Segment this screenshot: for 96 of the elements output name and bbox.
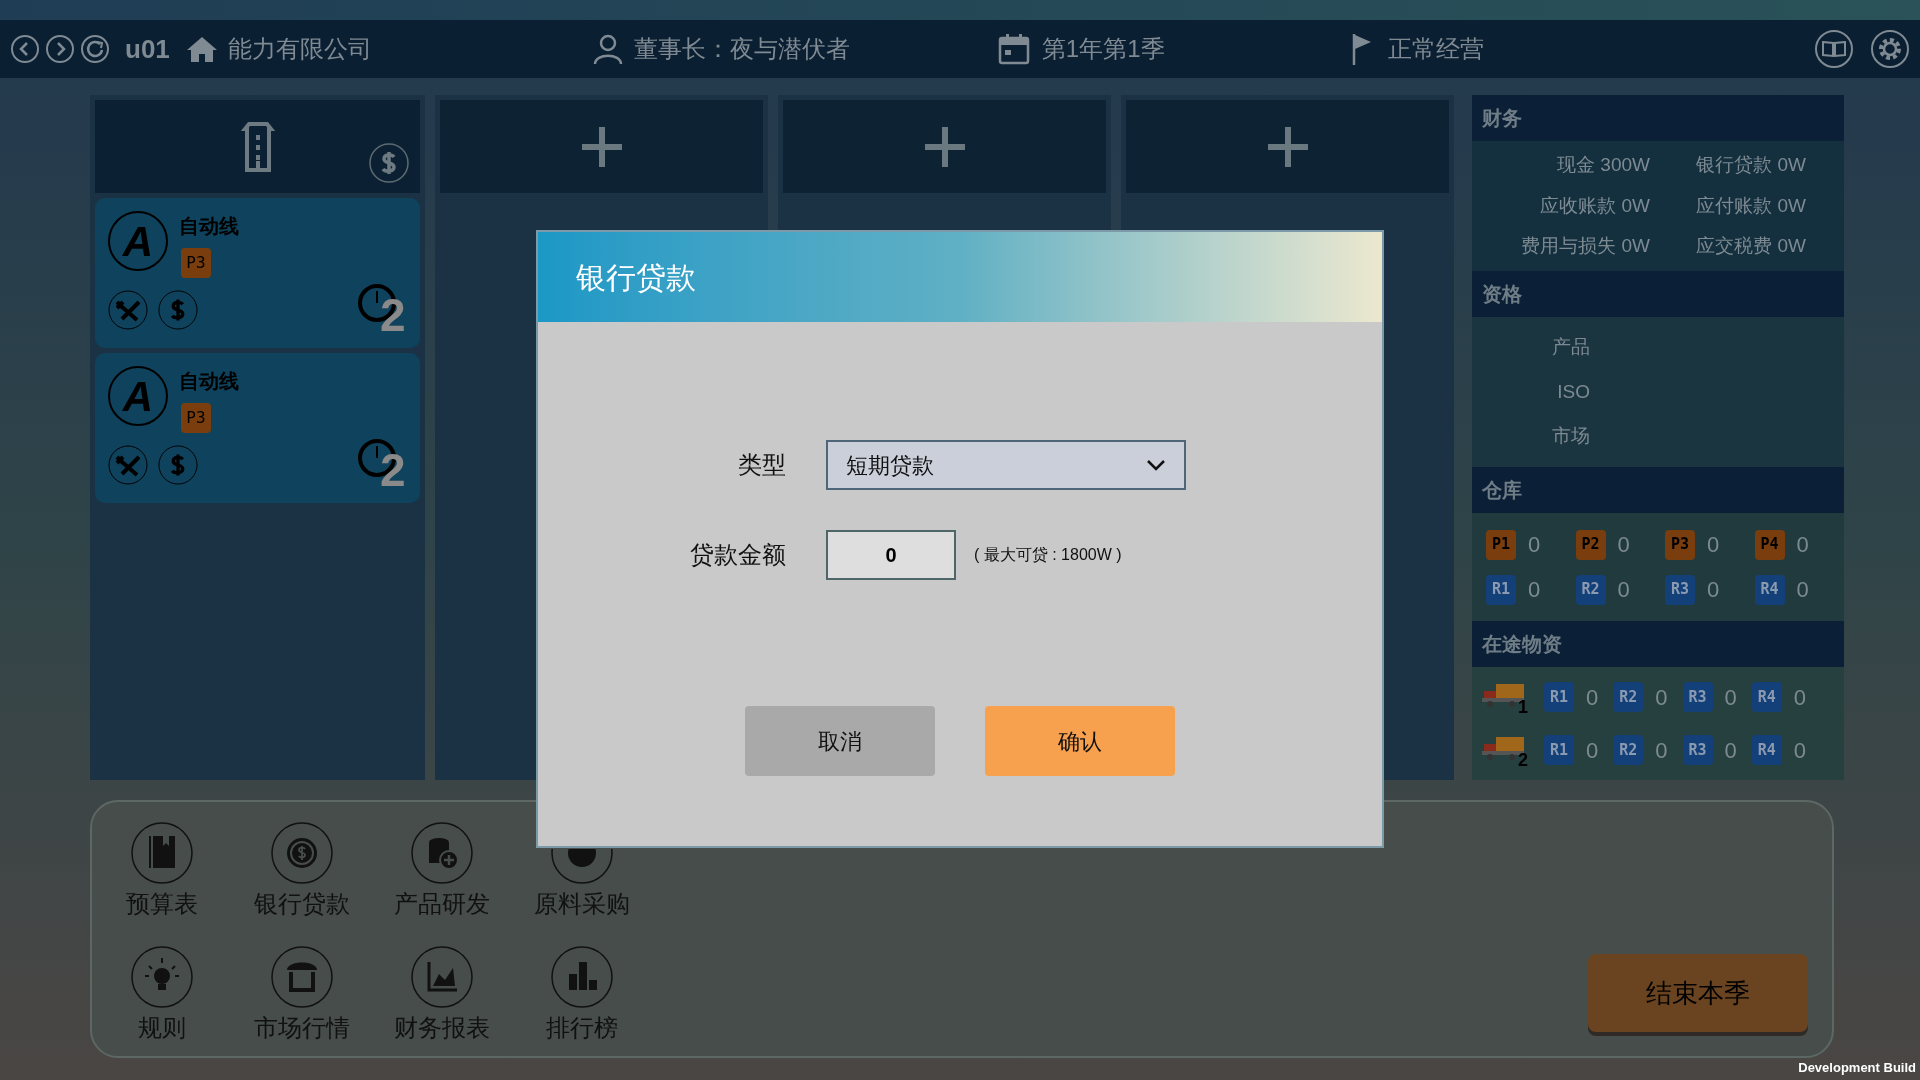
material-badge: R4 xyxy=(1754,574,1785,605)
coins-icon xyxy=(411,822,473,884)
money-icon[interactable] xyxy=(368,142,410,184)
material-badge: R2 xyxy=(1613,682,1644,712)
max-loan-hint: ( 最大可贷 : 1800W ) xyxy=(974,545,1122,565)
transit-count: 0 xyxy=(1655,736,1668,765)
shop-icon xyxy=(271,946,333,1008)
stock-count: 0 xyxy=(1707,531,1720,559)
line-type-badge: A xyxy=(108,211,168,271)
add-icon[interactable] xyxy=(1265,124,1310,169)
material-badge: R1 xyxy=(1544,735,1574,765)
menu-item[interactable]: 银行贷款 xyxy=(232,822,372,932)
product-badge: P3 xyxy=(181,248,211,278)
finance-item: 银行贷款 0W xyxy=(1695,153,1807,178)
stock-count: 0 xyxy=(1528,576,1541,604)
material-badge: R3 xyxy=(1682,735,1713,765)
section-header: 在途物资 xyxy=(1472,621,1844,667)
dialog-title: 银行贷款 xyxy=(538,232,1382,322)
menu-item[interactable]: 产品研发 xyxy=(372,822,512,932)
add-icon[interactable] xyxy=(579,124,624,169)
confirm-button[interactable]: 确认 xyxy=(985,706,1175,776)
stock-count: 0 xyxy=(1617,531,1630,559)
settings-icon[interactable] xyxy=(1870,29,1910,69)
cancel-button[interactable]: 取消 xyxy=(745,706,935,776)
build-label: Development Build xyxy=(1798,1058,1916,1077)
refresh-icon[interactable] xyxy=(80,34,110,64)
transit-count: 0 xyxy=(1655,683,1668,712)
coin-icon xyxy=(271,822,333,884)
stock-count: 0 xyxy=(1617,576,1630,604)
company-name: 能力有限公司 xyxy=(227,34,372,64)
person-icon xyxy=(591,33,624,65)
transit-count: 0 xyxy=(1724,683,1737,712)
qualification-item: 产品 xyxy=(1551,335,1590,360)
product-badge: P2 xyxy=(1575,529,1606,560)
stock-count: 0 xyxy=(1796,531,1809,559)
transit-count: 0 xyxy=(1586,736,1599,765)
transit-count: 0 xyxy=(1793,736,1806,765)
bulb-icon xyxy=(131,946,193,1008)
finance-item: 费用与损失 0W xyxy=(1520,234,1651,259)
section-header: 资格 xyxy=(1472,271,1844,317)
finance-item: 应收账款 0W xyxy=(1539,193,1651,218)
menu-item[interactable]: 规则 xyxy=(92,946,232,1056)
material-badge: R3 xyxy=(1665,574,1695,605)
home-icon xyxy=(185,35,218,63)
qualification-item: 市场 xyxy=(1551,424,1590,449)
stock-count: 0 xyxy=(1528,531,1541,559)
calendar-icon xyxy=(997,33,1030,65)
truck-number: 2 xyxy=(1518,751,1528,769)
line-name: 自动线 xyxy=(179,369,239,394)
chairman-name: 董事长：夜与潜伏者 xyxy=(633,34,850,64)
qualification-item: ISO xyxy=(1556,379,1590,404)
menu-item[interactable]: 财务报表 xyxy=(372,946,512,1056)
finance-item: 应付账款 0W xyxy=(1695,193,1807,218)
user-id: u01 xyxy=(125,32,170,66)
material-badge: R1 xyxy=(1544,682,1574,712)
transit-count: 0 xyxy=(1586,683,1599,712)
menu-item[interactable]: 市场行情 xyxy=(232,946,372,1056)
product-badge: P3 xyxy=(1665,529,1695,560)
truck-number: 1 xyxy=(1518,698,1528,716)
finance-item: 应交税费 0W xyxy=(1695,234,1807,259)
menu-item[interactable]: 排行榜 xyxy=(512,946,652,1056)
bars-icon xyxy=(551,946,613,1008)
building-icon xyxy=(240,120,275,173)
material-badge: R2 xyxy=(1613,735,1644,765)
material-badge: R4 xyxy=(1751,735,1782,765)
product-badge: P1 xyxy=(1486,529,1516,560)
section-header: 仓库 xyxy=(1472,467,1844,513)
material-badge: R2 xyxy=(1575,574,1606,605)
transit-count: 0 xyxy=(1724,736,1737,765)
season-label: 第1年第1季 xyxy=(1041,34,1165,64)
amount-label: 贷款金额 xyxy=(689,540,786,570)
type-label: 类型 xyxy=(737,450,786,480)
back-icon[interactable] xyxy=(10,34,40,64)
book-icon[interactable] xyxy=(1814,29,1854,69)
chart-icon xyxy=(411,946,473,1008)
book-icon xyxy=(131,822,193,884)
forward-icon[interactable] xyxy=(45,34,75,64)
product-badge: P4 xyxy=(1754,529,1785,560)
status-label: 正常经营 xyxy=(1387,34,1484,64)
stock-count: 0 xyxy=(1796,576,1809,604)
add-icon[interactable] xyxy=(922,124,967,169)
stock-count: 0 xyxy=(1707,576,1720,604)
chevron-down-icon xyxy=(1146,459,1166,471)
menu-item[interactable]: 原料采购 xyxy=(512,822,652,932)
loan-amount-field[interactable]: 0 xyxy=(826,530,956,580)
line-type-badge: A xyxy=(108,366,168,426)
loan-type-dropdown[interactable]: 短期贷款 xyxy=(826,440,1186,490)
product-badge: P3 xyxy=(181,403,211,433)
material-badge: R4 xyxy=(1751,682,1782,712)
material-badge: R3 xyxy=(1682,682,1713,712)
line-name: 自动线 xyxy=(179,214,239,239)
transit-count: 0 xyxy=(1793,683,1806,712)
finance-item: 现金 300W xyxy=(1556,153,1651,178)
section-header: 财务 xyxy=(1472,95,1844,141)
material-badge: R1 xyxy=(1486,574,1516,605)
menu-item[interactable]: 预算表 xyxy=(92,822,232,932)
